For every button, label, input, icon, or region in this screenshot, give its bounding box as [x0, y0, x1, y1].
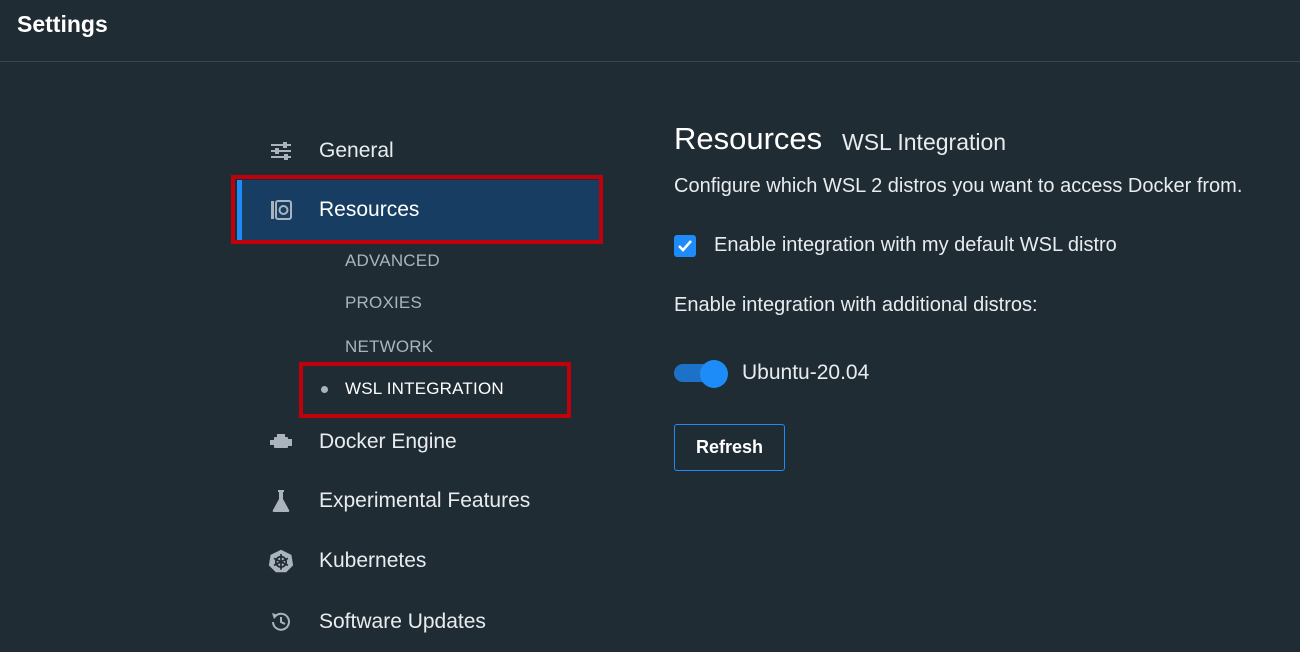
sidebar-item-docker-engine[interactable]: Docker Engine — [237, 412, 599, 472]
sidebar-item-general[interactable]: General — [237, 121, 599, 181]
main-panel: Resources WSL Integration Configure whic… — [674, 0, 1300, 652]
checkmark-icon — [678, 240, 692, 252]
sidebar-item-label: Experimental Features — [319, 489, 531, 512]
sidebar-item-software-updates[interactable]: Software Updates — [237, 592, 599, 652]
sidebar-item-label: Docker Engine — [319, 430, 457, 453]
sidebar-item-resources[interactable]: Resources — [237, 180, 599, 240]
sidebar-subitem-wsl-integration[interactable]: WSL INTEGRATION — [345, 379, 504, 399]
sliders-icon — [268, 138, 294, 164]
sidebar-item-experimental-features[interactable]: Experimental Features — [237, 471, 599, 531]
engine-icon — [268, 429, 294, 455]
page-title: Resources — [674, 121, 823, 156]
default-distro-label: Enable integration with my default WSL d… — [714, 234, 1117, 256]
kubernetes-icon — [268, 548, 294, 574]
toggle-knob — [700, 360, 728, 388]
page-description: Configure which WSL 2 distros you want t… — [674, 175, 1243, 197]
sidebar-item-label: Resources — [319, 198, 420, 221]
default-distro-checkbox[interactable] — [674, 235, 696, 257]
additional-distros-label: Enable integration with additional distr… — [674, 294, 1038, 316]
sidebar-item-label: General — [319, 139, 394, 162]
flask-icon — [268, 488, 294, 514]
page-subtitle: WSL Integration — [842, 129, 1007, 155]
active-dot-icon — [321, 386, 328, 393]
refresh-button[interactable]: Refresh — [674, 424, 785, 471]
sidebar-subitem-network[interactable]: NETWORK — [345, 337, 433, 357]
history-icon — [268, 609, 294, 635]
sidebar-item-label: Software Updates — [319, 610, 486, 633]
distro-toggle-ubuntu[interactable] — [674, 360, 730, 388]
sidebar-subitem-advanced[interactable]: ADVANCED — [345, 251, 440, 271]
sidebar-subitem-proxies[interactable]: PROXIES — [345, 293, 422, 313]
window-title: Settings — [17, 11, 108, 37]
resources-icon — [268, 197, 294, 223]
sidebar-item-kubernetes[interactable]: Kubernetes — [237, 531, 599, 591]
sidebar-item-label: Kubernetes — [319, 549, 427, 572]
distro-name: Ubuntu-20.04 — [742, 361, 870, 384]
